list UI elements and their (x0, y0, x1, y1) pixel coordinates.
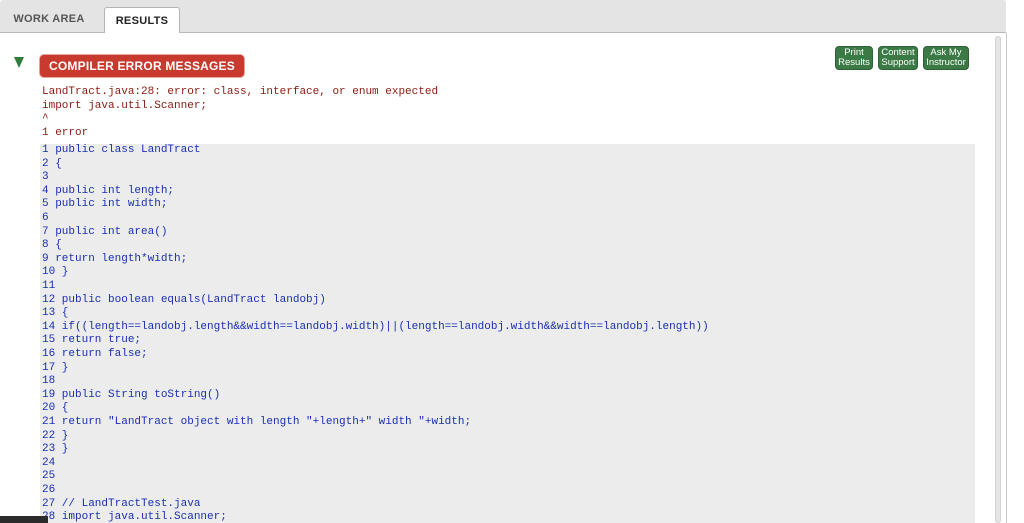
code-line: 10 } (42, 266, 69, 279)
source-code-block (40, 144, 975, 523)
code-line: 11 (42, 280, 56, 292)
code-line: 4 public int length; (42, 184, 175, 197)
code-line: 13 { (42, 307, 69, 320)
vertical-scrollbar[interactable] (995, 36, 1001, 523)
code-line: 2 { (42, 157, 62, 170)
code-line: 12 public boolean equals(LandTract lando… (42, 293, 326, 306)
code-line: 19 public String toString() (42, 388, 221, 401)
collapse-triangle-icon[interactable] (12, 55, 26, 69)
code-line: 28 import java.util.Scanner; (42, 511, 227, 523)
code-line: 27 // LandTractTest.java (42, 497, 201, 510)
tab-work-area[interactable]: WORK AREA (0, 7, 98, 31)
code-line: 6 (42, 212, 49, 224)
content-support-button[interactable]: Content Support (878, 46, 918, 70)
print-results-button[interactable]: Print Results (835, 46, 873, 70)
code-line: 1 public class LandTract (42, 144, 201, 156)
ask-instructor-button[interactable]: Ask My Instructor (923, 46, 969, 70)
code-line: 26 (42, 484, 56, 496)
code-line: 18 (42, 375, 56, 388)
code-line: 8 { (42, 239, 62, 252)
content-support-label: Content Support (881, 47, 915, 68)
code-line: 23 } (42, 443, 69, 456)
tab-bar: WORK AREA RESULTS (0, 0, 1006, 33)
tab-results[interactable]: RESULTS (104, 7, 180, 33)
code-line: 9 return length*width; (42, 252, 188, 265)
code-line: 7 public int area() (42, 225, 168, 238)
error-message-line: LandTract.java:28: error: class, interfa… (42, 86, 439, 98)
code-line: 22 } (42, 429, 69, 442)
bottom-corner-bar (0, 516, 48, 523)
code-line: 15 return true; (42, 334, 142, 347)
code-line: 14 if((length==landobj.length&&width==la… (42, 320, 709, 333)
ask-instructor-label: Ask My Instructor (926, 47, 966, 68)
code-line: 21 return "LandTract object with length … (42, 416, 472, 428)
code-line: 24 (42, 456, 56, 469)
code-line: 3 (42, 171, 49, 184)
print-results-label: Print Results (838, 47, 870, 68)
code-line: 20 { (42, 402, 69, 415)
error-caret: ^ (42, 113, 49, 125)
code-line: 16 return false; (42, 348, 148, 360)
code-line: 5 public int width; (42, 198, 168, 211)
code-line: 25 (42, 470, 56, 483)
error-source-line: import java.util.Scanner; (42, 100, 208, 112)
code-line: 17 } (42, 361, 69, 374)
error-count: 1 error (42, 127, 89, 139)
compiler-error-header: COMPILER ERROR MESSAGES (40, 55, 244, 77)
